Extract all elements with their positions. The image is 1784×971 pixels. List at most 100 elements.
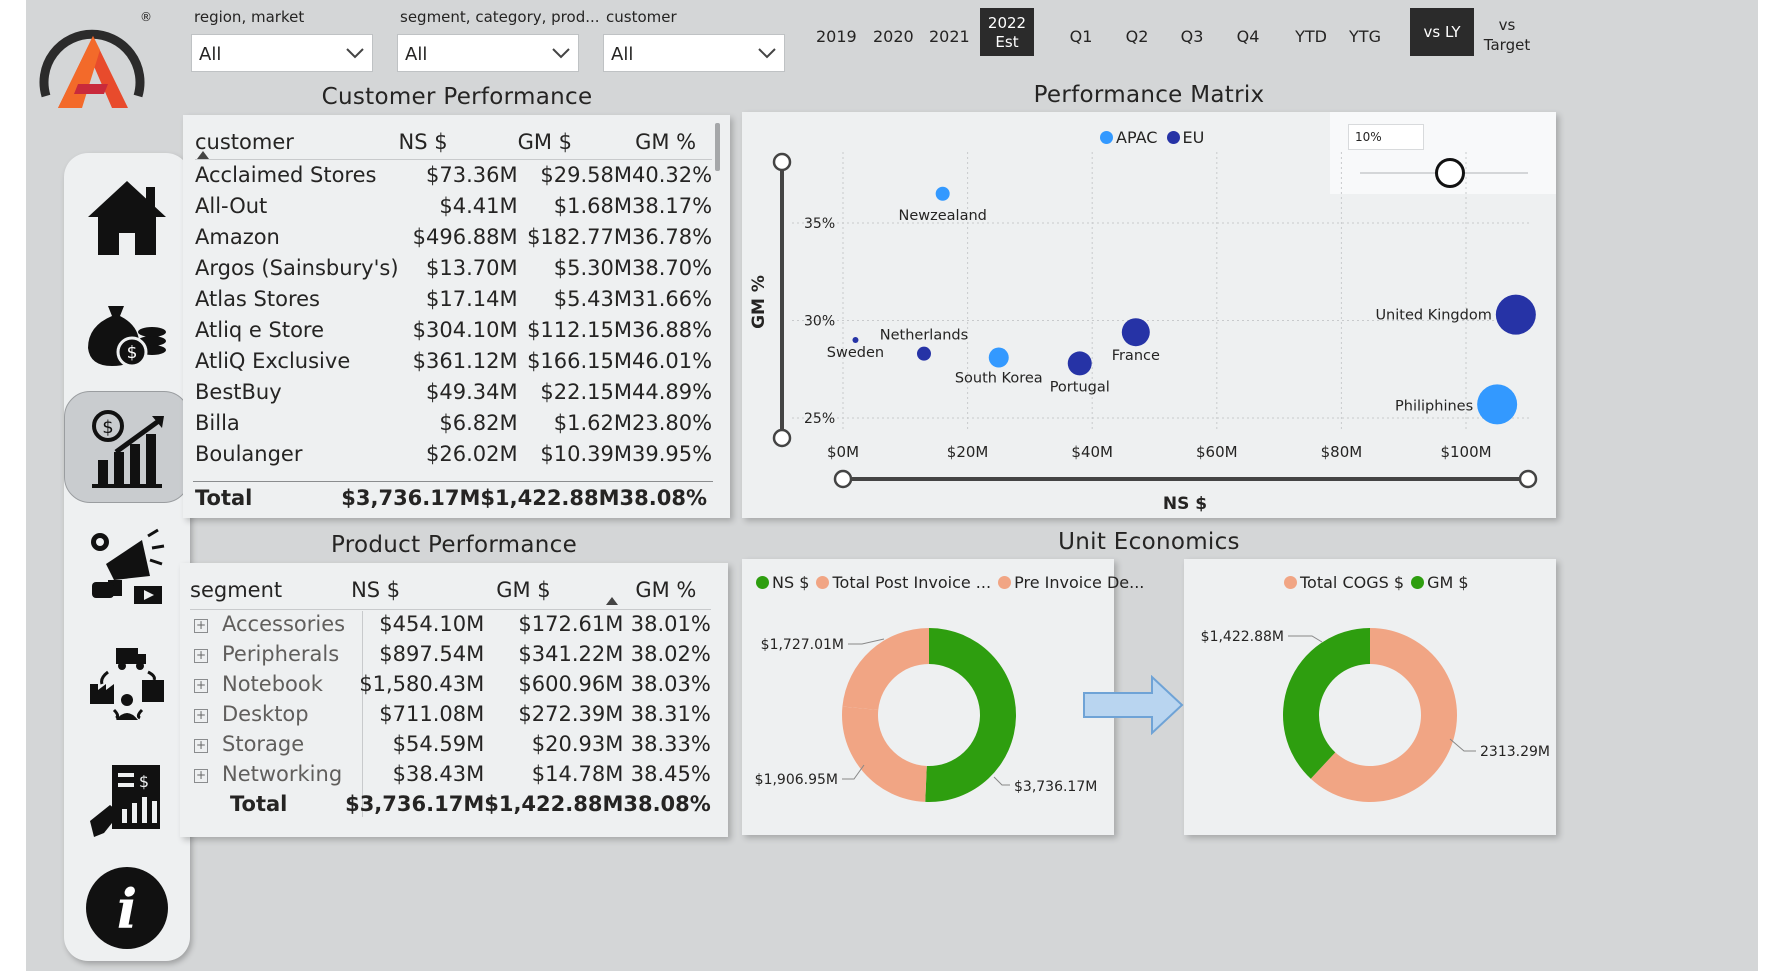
expand-icon[interactable]: +: [194, 679, 208, 693]
quarter-q2-button[interactable]: Q2: [1122, 27, 1152, 46]
table-row[interactable]: Argos (Sainsbury's) $13.70M $5.30M 38.70%: [195, 252, 712, 283]
table-row[interactable]: + Desktop $711.08M $272.39M 38.31%: [190, 699, 711, 729]
table-row[interactable]: Billa $6.82M $1.62M 23.80%: [195, 407, 712, 438]
segment-filter-label: segment, category, prod...: [400, 8, 600, 26]
scatter-chart: $0M $20M $40M $60M $80M $100M 35% 30% 25% NS $ GM …: [749, 152, 1538, 514]
table-row[interactable]: + Storage $54.59M $20.93M 38.33%: [190, 729, 711, 759]
table-row[interactable]: Acclaimed Stores $73.36M $29.58M 40.32%: [195, 159, 712, 190]
expand-icon[interactable]: +: [194, 649, 208, 663]
year-2022-est-button[interactable]: 2022 Est: [980, 8, 1034, 56]
table-row[interactable]: + Notebook $1,580.43M $600.96M 38.03%: [190, 669, 711, 699]
table-row[interactable]: + Networking $38.43M $14.78M 38.45%: [190, 759, 711, 789]
svg-text:$: $: [139, 772, 149, 791]
year-2019-button[interactable]: 2019: [816, 27, 857, 46]
gm-pct-cell: 46.01%: [632, 348, 713, 373]
expand-icon[interactable]: +: [194, 619, 208, 634]
vs-target-button[interactable]: vs Target: [1482, 15, 1532, 55]
segment-label: Accessories: [222, 612, 346, 637]
scatter-point[interactable]: [1477, 384, 1518, 425]
customer-filter-dropdown[interactable]: All: [603, 34, 785, 72]
y-range-handle-bottom[interactable]: [772, 428, 792, 448]
nav-info-button[interactable]: i: [64, 858, 190, 958]
x-range-handle-left[interactable]: [833, 469, 853, 489]
x-range-handle-right[interactable]: [1518, 469, 1538, 489]
customer-cell: Acclaimed Stores: [195, 162, 377, 187]
quarter-q1-button[interactable]: Q1: [1066, 27, 1096, 46]
donut-slice[interactable]: [925, 628, 1016, 802]
period-ytd-button[interactable]: YTD: [1291, 27, 1331, 46]
quarter-q4-button[interactable]: Q4: [1233, 27, 1263, 46]
gm-cell: $29.58M: [540, 162, 633, 187]
column-header-gm[interactable]: GM $: [484, 571, 623, 609]
scatter-point[interactable]: [1495, 294, 1536, 335]
expand-icon[interactable]: +: [194, 739, 208, 753]
table-row[interactable]: AtliQ Exclusive $361.12M $166.15M 46.01%: [195, 345, 712, 376]
product-total-row: Total $3,736.17M $1,422.88M 38.08%: [190, 789, 711, 819]
total-gm-pct: 38.08%: [619, 486, 707, 510]
donut-slice[interactable]: [1283, 628, 1370, 779]
year-2020-button[interactable]: 2020: [873, 27, 914, 46]
slice-label: $1,422.88M: [1201, 629, 1284, 645]
period-ytg-button[interactable]: YTG: [1345, 27, 1385, 46]
scatter-point[interactable]: [916, 346, 931, 361]
point-label: Netherlands: [880, 328, 968, 344]
quarter-q3-button[interactable]: Q3: [1177, 27, 1207, 46]
gm-pct-cell: 31.66%: [632, 286, 713, 311]
table-row[interactable]: Atliq e Store $304.10M $112.15M 36.88%: [195, 314, 712, 345]
table-row[interactable]: BestBuy $49.34M $22.15M 44.89%: [195, 376, 712, 407]
table-row[interactable]: Amazon $496.88M $182.77M 36.78%: [195, 221, 712, 252]
nav-marketing-button[interactable]: [64, 515, 190, 620]
ns-cell: $1,580.43M: [359, 672, 485, 696]
expand-icon[interactable]: +: [194, 769, 208, 783]
customer-performance-title: Customer Performance: [321, 84, 593, 110]
column-header-segment[interactable]: segment: [190, 571, 345, 609]
gm-cell: $172.61M: [518, 612, 624, 637]
unit-economics-donut-2: Total COGS $ GM $ 2313.29M $1,422.88M: [1184, 559, 1556, 835]
table-row[interactable]: Boulanger $26.02M $10.39M 39.95%: [195, 438, 712, 469]
table-scrollbar[interactable]: [715, 123, 720, 171]
scatter-point[interactable]: [1121, 318, 1150, 347]
y-range-handle-top[interactable]: [772, 152, 792, 172]
year-2021-button[interactable]: 2021: [929, 27, 970, 46]
slice-label: $1,727.01M: [761, 637, 844, 653]
gm-cell: $10.39M: [540, 441, 633, 466]
customer-cell: AtliQ Exclusive: [195, 348, 351, 373]
table-row[interactable]: All-Out $4.41M $1.68M 38.17%: [195, 190, 712, 221]
x-tick-label: $20M: [947, 443, 989, 461]
nav-finance-button[interactable]: $: [64, 278, 190, 383]
column-header-ns[interactable]: NS $: [399, 125, 518, 159]
table-row[interactable]: + Accessories $454.10M $172.61M 38.01%: [190, 609, 711, 639]
svg-text:$: $: [127, 343, 138, 363]
table-row[interactable]: + Peripherals $897.54M $341.22M 38.02%: [190, 639, 711, 669]
point-label: France: [1112, 348, 1160, 364]
column-header-customer[interactable]: customer: [195, 125, 399, 159]
region-filter-dropdown[interactable]: All: [191, 34, 373, 72]
nav-supply-chain-button[interactable]: [64, 631, 190, 736]
vs-ly-button[interactable]: vs LY: [1410, 8, 1474, 56]
column-header-gm-pct[interactable]: GM %: [623, 571, 710, 609]
total-gm: $1,422.88M: [484, 792, 624, 816]
donut-slice[interactable]: [842, 628, 929, 710]
gm-cell: $272.39M: [518, 702, 624, 726]
scatter-point[interactable]: [988, 347, 1009, 368]
info-icon: i: [86, 867, 168, 949]
nav-finance-view-button[interactable]: $: [64, 395, 190, 500]
nav-report-button[interactable]: $: [64, 748, 190, 853]
column-header-gm-pct[interactable]: GM %: [632, 125, 712, 159]
expand-icon[interactable]: +: [194, 709, 208, 723]
gm-cell: $20.93M: [531, 732, 624, 756]
segment-filter-dropdown[interactable]: All: [397, 34, 579, 72]
gm-pct-cell: 38.01%: [630, 612, 711, 637]
scatter-point[interactable]: [852, 337, 859, 343]
nav-home-button[interactable]: [64, 165, 190, 270]
ns-cell: $304.10M: [412, 317, 518, 342]
column-header-gm[interactable]: GM $: [518, 125, 632, 159]
column-header-ns[interactable]: NS $: [345, 571, 484, 609]
x-tick-label: $0M: [827, 443, 859, 461]
scatter-point[interactable]: [1067, 351, 1092, 376]
customer-cell: BestBuy: [195, 379, 282, 404]
scatter-point[interactable]: [935, 186, 950, 201]
unit-economics-donut-1: NS $ Total Post Invoice ... Pre Invoice …: [742, 559, 1144, 835]
donut-slice[interactable]: [842, 706, 927, 802]
table-row[interactable]: Atlas Stores $17.14M $5.43M 31.66%: [195, 283, 712, 314]
